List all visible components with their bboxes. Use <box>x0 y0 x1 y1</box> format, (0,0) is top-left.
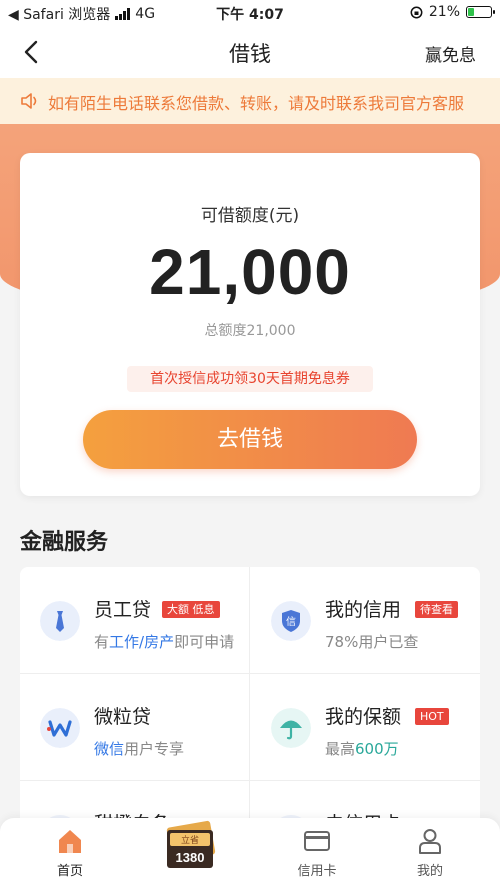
tab-bar: 首页 信用卡 我的 <box>0 818 500 889</box>
battery-icon <box>466 6 495 18</box>
tab-label: 首页 <box>56 864 83 879</box>
notice-banner: 如有陌生电话联系您借款、转账，请及时联系我司官方客服 <box>0 78 500 124</box>
service-badge: 待查看 <box>415 601 458 618</box>
service-title: 我的信用 <box>325 599 402 621</box>
service-title: 微粒贷 <box>94 706 152 728</box>
service-subtitle: 微信用户专享 <box>94 740 185 758</box>
promo-ticket-icon[interactable]: 立省 1380 <box>163 800 217 876</box>
tab-home[interactable]: 首页 <box>30 826 110 879</box>
available-limit-label: 可借额度(元) <box>200 206 300 226</box>
speaker-icon <box>21 93 37 109</box>
credit-card-icon <box>304 831 330 851</box>
total-limit: 总额度21,000 <box>204 323 296 339</box>
credit-shield-icon: 信 <box>271 601 311 641</box>
free-interest-link[interactable]: 赢免息 <box>425 41 476 66</box>
service-subtitle: 78%用户已查 <box>325 633 419 651</box>
notice-text: 如有陌生电话联系您借款、转账，请及时联系我司官方客服 <box>48 94 465 113</box>
tab-me[interactable]: 我的 <box>390 826 470 879</box>
service-employee-loan[interactable]: 员工贷 大额 低息 有工作/房产即可申请 <box>20 567 249 673</box>
service-title: 员工贷 <box>94 599 152 621</box>
orientation-lock-icon <box>410 6 423 18</box>
tab-credit-card[interactable]: 信用卡 <box>277 826 357 879</box>
service-title: 我的保额 <box>325 706 402 728</box>
loan-card: 可借额度(元) 21,000 总额度21,000 首次授信成功领30天首期免息券… <box>20 153 480 496</box>
promo-value: 1380 <box>176 850 205 865</box>
service-my-credit[interactable]: 信 我的信用 待查看 78%用户已查 <box>251 567 480 673</box>
tie-icon <box>40 601 80 641</box>
status-right: 21% <box>410 4 495 20</box>
home-icon <box>59 830 81 853</box>
finance-grid: 员工贷 大额 低息 有工作/房产即可申请 信 我的信用 待查看 78%用户已查 … <box>20 567 480 827</box>
promo-label: 立省 <box>181 834 199 846</box>
borrow-button[interactable]: 去借钱 <box>83 410 417 469</box>
service-subtitle: 有工作/房产即可申请 <box>94 633 235 651</box>
service-badge: HOT <box>415 708 449 725</box>
tab-label: 我的 <box>416 864 443 879</box>
tab-label: 信用卡 <box>297 864 337 879</box>
status-bar: ◀ Safari 浏览器 4G 下午 4:07 21% <box>0 0 500 26</box>
umbrella-icon <box>271 708 311 748</box>
service-subtitle: 最高600万 <box>325 740 399 758</box>
svg-text:信: 信 <box>286 616 296 628</box>
available-amount: 21,000 <box>149 236 351 308</box>
service-my-coverage[interactable]: 我的保额 HOT 最高600万 <box>251 674 480 780</box>
service-weilidai[interactable]: 微粒贷 微信用户专享 <box>20 674 249 780</box>
nav-bar: 借钱 赢免息 <box>0 26 500 78</box>
section-title: 金融服务 <box>20 530 109 555</box>
service-badge: 大额 低息 <box>162 601 220 618</box>
battery-percent: 21% <box>428 4 460 20</box>
user-icon <box>419 829 441 854</box>
weilidai-icon <box>40 708 80 748</box>
coupon-tip: 首次授信成功领30天首期免息券 <box>127 366 373 392</box>
